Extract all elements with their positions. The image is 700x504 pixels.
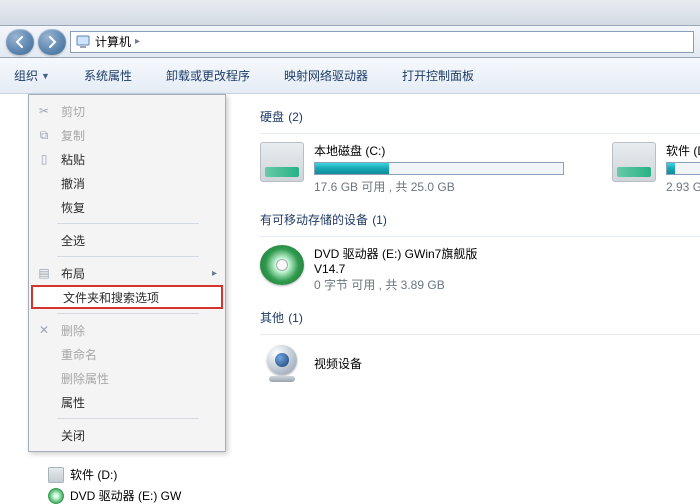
dvd-disc-icon: [48, 488, 64, 504]
dvd-disc-icon: [260, 245, 304, 285]
menu-delete[interactable]: ✕ 删除: [31, 318, 223, 342]
drive-c-usage-bar: [314, 162, 564, 175]
breadcrumb-arrow-icon[interactable]: ▸: [135, 36, 140, 47]
chevron-down-icon: ▼: [41, 71, 50, 81]
divider: [260, 133, 700, 134]
webcam-icon: [260, 343, 304, 383]
menu-folder-search-options[interactable]: 文件夹和搜索选项: [31, 285, 223, 309]
menu-copy[interactable]: ⧉ 复制: [31, 123, 223, 147]
section-removable: 有可移动存储的设备 (1): [260, 211, 700, 228]
drive-c-name: 本地磁盘 (C:): [314, 142, 564, 159]
drive-d-name: 软件 (D:): [666, 142, 700, 159]
menu-redo[interactable]: 恢复: [31, 195, 223, 219]
arrow-left-icon: [14, 36, 26, 48]
arrow-right-icon: [46, 36, 58, 48]
breadcrumb-root[interactable]: 计算机: [95, 33, 131, 50]
dvd-sub: 0 字节 可用 , 共 3.89 GB: [314, 276, 477, 293]
menu-properties[interactable]: 属性: [31, 390, 223, 414]
dvd-version: V14.7: [314, 262, 477, 276]
divider: [260, 334, 700, 335]
dvd-name: DVD 驱动器 (E:) GWin7旗舰版: [314, 245, 477, 262]
nav-back-button[interactable]: [6, 29, 34, 55]
divider: [260, 236, 700, 237]
menu-select-all[interactable]: 全选: [31, 228, 223, 252]
dvd-drive[interactable]: DVD 驱动器 (E:) GWin7旗舰版 V14.7 0 字节 可用 , 共 …: [260, 245, 700, 293]
organize-button[interactable]: 组织 ▼: [8, 63, 56, 88]
clipboard-icon: ▯: [35, 152, 53, 166]
drive-d-usage-bar: [666, 162, 700, 175]
menu-separator: [57, 256, 199, 257]
menu-cut[interactable]: ✂ 剪切: [31, 99, 223, 123]
organize-label: 组织: [14, 67, 38, 84]
scissors-icon: ✂: [35, 104, 53, 118]
nav-forward-button[interactable]: [38, 29, 66, 55]
copy-icon: ⧉: [35, 128, 53, 143]
chevron-right-icon: ▸: [212, 268, 217, 279]
section-hard-disks-count: (2): [288, 110, 303, 124]
open-control-panel-button[interactable]: 打开控制面板: [396, 63, 480, 88]
menu-undo[interactable]: 撤消: [31, 171, 223, 195]
menu-separator: [57, 313, 199, 314]
hard-disk-icon: [260, 142, 304, 182]
toolbar: 组织 ▼ 系统属性 卸载或更改程序 映射网络驱动器 打开控制面板: [0, 58, 700, 94]
system-properties-button[interactable]: 系统属性: [78, 63, 138, 88]
menu-close[interactable]: 关闭: [31, 423, 223, 447]
drive-d-sub: 2.93 GB 可月: [666, 178, 700, 195]
drive-d[interactable]: 软件 (D:) 2.93 GB 可月: [612, 142, 700, 195]
video-device[interactable]: 视频设备: [260, 343, 700, 383]
menu-layout[interactable]: ▤ 布局 ▸: [31, 261, 223, 285]
hard-disk-icon: [612, 142, 656, 182]
layout-icon: ▤: [35, 266, 53, 280]
uninstall-change-button[interactable]: 卸载或更改程序: [160, 63, 256, 88]
section-hard-disks-label: 硬盘: [260, 110, 284, 124]
section-other-count: (1): [288, 311, 303, 325]
organize-menu: ✂ 剪切 ⧉ 复制 ▯ 粘贴 撤消 恢复 全选 ▤ 布局 ▸ 文件夹和搜索选项 …: [28, 94, 226, 452]
section-removable-count: (1): [372, 213, 387, 227]
address-bar[interactable]: 计算机 ▸: [70, 31, 694, 53]
titlebar: [0, 0, 700, 26]
menu-rename[interactable]: 重命名: [31, 342, 223, 366]
section-other: 其他 (1): [260, 309, 700, 326]
section-hard-disks: 硬盘 (2): [260, 108, 700, 125]
menu-remove-properties[interactable]: 删除属性: [31, 366, 223, 390]
sidebar-item-drive-d[interactable]: 软件 (D:): [48, 466, 181, 483]
delete-icon: ✕: [35, 323, 53, 337]
nav-bar: 计算机 ▸: [0, 26, 700, 58]
section-other-label: 其他: [260, 311, 284, 325]
computer-icon: [75, 34, 91, 50]
video-device-name: 视频设备: [314, 343, 362, 372]
sidebar-item-dvd[interactable]: DVD 驱动器 (E:) GW: [48, 487, 181, 504]
drive-c-sub: 17.6 GB 可用 , 共 25.0 GB: [314, 178, 564, 195]
menu-separator: [57, 223, 199, 224]
section-removable-label: 有可移动存储的设备: [260, 213, 368, 227]
menu-paste[interactable]: ▯ 粘贴: [31, 147, 223, 171]
sidebar-tree: 软件 (D:) DVD 驱动器 (E:) GW: [48, 466, 181, 504]
map-network-drive-button[interactable]: 映射网络驱动器: [278, 63, 374, 88]
menu-separator: [57, 418, 199, 419]
drive-c[interactable]: 本地磁盘 (C:) 17.6 GB 可用 , 共 25.0 GB: [260, 142, 564, 195]
hard-disk-icon: [48, 467, 64, 483]
